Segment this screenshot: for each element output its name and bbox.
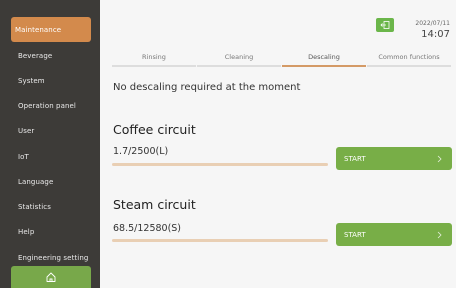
time-label: 14:07 bbox=[421, 29, 450, 40]
steam-start-button[interactable]: START bbox=[336, 223, 452, 246]
steam-circuit-progress bbox=[112, 239, 328, 242]
steam-circuit-counter: 68.5/12580(S) bbox=[113, 223, 182, 234]
sidebar-item-language[interactable]: Language bbox=[10, 169, 110, 194]
tab-common-functions[interactable]: Common functions bbox=[367, 51, 451, 67]
main-panel: 2022/07/11 14:07 Rinsing Cleaning Descal… bbox=[100, 0, 456, 288]
sidebar-item-operation-panel[interactable]: Operation panel bbox=[10, 93, 110, 118]
coffee-start-button[interactable]: START bbox=[336, 147, 452, 170]
tab-cleaning[interactable]: Cleaning bbox=[197, 51, 281, 67]
sidebar-item-beverage[interactable]: Beverage bbox=[10, 43, 110, 68]
sidebar-item-system[interactable]: System bbox=[10, 68, 110, 93]
coffee-circuit-title: Coffee circuit bbox=[113, 122, 196, 137]
steam-circuit-title: Steam circuit bbox=[113, 197, 196, 212]
coffee-start-label: START bbox=[344, 154, 366, 163]
status-message: No descaling required at the moment bbox=[113, 82, 301, 93]
tab-bar: Rinsing Cleaning Descaling Common functi… bbox=[112, 51, 452, 67]
sidebar-item-user[interactable]: User bbox=[10, 118, 110, 143]
chevron-right-icon bbox=[437, 231, 442, 238]
steam-start-label: START bbox=[344, 230, 366, 239]
home-button[interactable] bbox=[11, 266, 91, 288]
date-label: 2022/07/11 bbox=[415, 20, 450, 27]
coffee-circuit-counter: 1.7/2500(L) bbox=[113, 146, 169, 157]
chevron-right-icon bbox=[437, 155, 442, 162]
sidebar-item-maintenance[interactable]: Maintenance bbox=[11, 17, 91, 42]
sidebar-item-help[interactable]: Help bbox=[10, 219, 110, 244]
tab-rinsing[interactable]: Rinsing bbox=[112, 51, 196, 67]
coffee-circuit-progress bbox=[112, 163, 328, 166]
exit-button[interactable] bbox=[376, 18, 394, 32]
sidebar: Maintenance Beverage System Operation pa… bbox=[0, 0, 100, 288]
sidebar-item-statistics[interactable]: Statistics bbox=[10, 194, 110, 219]
home-icon bbox=[46, 272, 56, 282]
exit-icon bbox=[380, 21, 390, 29]
sidebar-item-iot[interactable]: IoT bbox=[10, 144, 110, 169]
tab-descaling[interactable]: Descaling bbox=[282, 51, 366, 67]
